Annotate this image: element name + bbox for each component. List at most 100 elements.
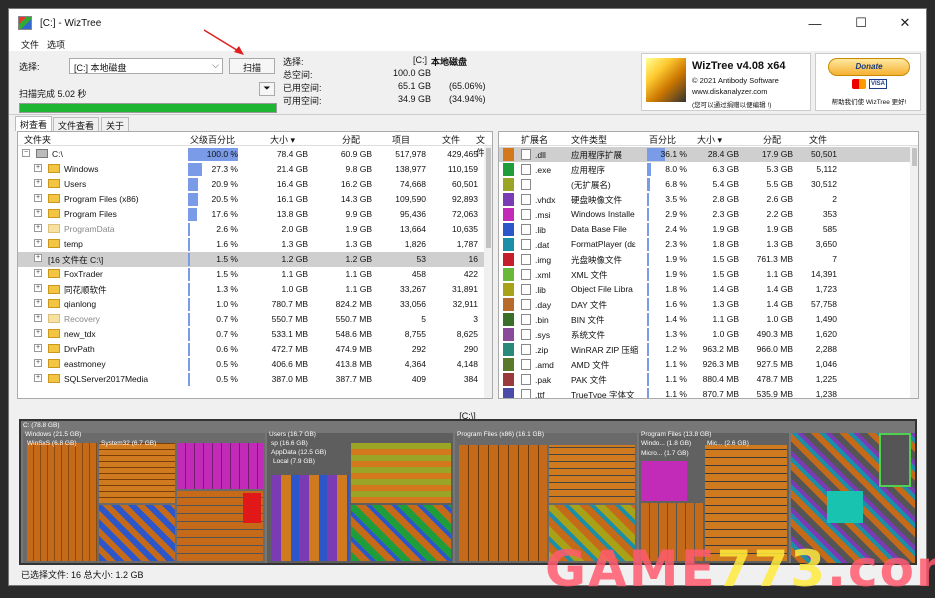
tree-row[interactable]: + SQLServer2017Media 0.5 % 387.0 MB 387.7 MB…	[18, 372, 492, 387]
minimize-button[interactable]: —	[792, 9, 838, 37]
extension-row[interactable]: .lib Data Base File 2.4 % 1.9 GB 1.9 GB 585	[499, 222, 918, 237]
tree-scrollbar-thumb[interactable]	[486, 148, 491, 248]
tree-row[interactable]: + eastmoney 0.5 % 406.6 MB 413.8 MB 4,364 4,14…	[18, 357, 492, 372]
extension-row[interactable]: .bin BIN 文件 1.4 % 1.1 GB 1.0 GB 1,490	[499, 312, 918, 327]
expand-icon[interactable]: +	[34, 269, 42, 277]
tree-row[interactable]: + Windows 27.3 % 21.4 GB 9.8 GB 138,977 110,15…	[18, 162, 492, 177]
extension-scrollbar-thumb[interactable]	[912, 148, 917, 166]
tree-row[interactable]: + Program Files 17.6 % 13.8 GB 9.9 GB 95,436 7…	[18, 207, 492, 222]
extension-row[interactable]: .vhdx 硬盘映像文件 3.5 % 2.8 GB 2.6 GB 2	[499, 192, 918, 207]
tree-row[interactable]: + FoxTrader 1.5 % 1.1 GB 1.1 GB 458 422	[18, 267, 492, 282]
extension-row[interactable]: .dll 应用程序扩展 36.1 % 28.4 GB 17.9 GB 50,501	[499, 147, 918, 162]
tree-row[interactable]: − C:\ 100.0 % 78.4 GB 60.9 GB 517,978 429,465	[18, 147, 492, 162]
expand-icon[interactable]: +	[34, 194, 42, 202]
tree-cell-items: 109,590	[395, 194, 426, 204]
extension-row[interactable]: .lib Object File Libra 1.8 % 1.4 GB 1.4 GB 1,…	[499, 282, 918, 297]
extension-cell-pct: 2.3 %	[665, 239, 687, 249]
brand-panel: WizTree v4.08 x64 © 2021 Antibody Softwa…	[641, 53, 811, 111]
tree-row[interactable]: + DrvPath 0.6 % 472.7 MB 474.9 MB 292 290	[18, 342, 492, 357]
expand-icon[interactable]: +	[34, 344, 42, 352]
tree-cell-files: 10,635	[452, 224, 478, 234]
extension-row[interactable]: (无扩展名) 6.8 % 5.4 GB 5.5 GB 30,512	[499, 177, 918, 192]
expand-icon[interactable]: +	[34, 179, 42, 187]
treemap-users-other[interactable]	[351, 505, 451, 561]
expand-icon[interactable]: +	[34, 314, 42, 322]
expand-icon[interactable]: +	[34, 359, 42, 367]
tree-row[interactable]: + temp 1.6 % 1.3 GB 1.3 GB 1,826 1,787	[18, 237, 492, 252]
expand-icon[interactable]: +	[34, 239, 42, 247]
col-ext-files[interactable]: 文件	[809, 133, 827, 146]
treemap-teal-block[interactable]	[827, 491, 863, 523]
expand-icon[interactable]: +	[34, 209, 42, 217]
tree-row[interactable]: + new_tdx 0.7 % 533.1 MB 548.6 MB 8,755 8,625	[18, 327, 492, 342]
tree-cell-size: 2.0 GB	[281, 224, 308, 234]
expand-icon[interactable]: +	[34, 254, 42, 262]
col-files[interactable]: 文件	[442, 133, 460, 146]
col-extension[interactable]: 扩展名	[521, 133, 548, 146]
tab-file-view[interactable]: 文件查看	[53, 117, 100, 131]
expand-icon[interactable]: +	[34, 284, 42, 292]
tree-cell-items: 95,436	[400, 209, 426, 219]
tab-about[interactable]: 关于	[101, 117, 130, 131]
maximize-button[interactable]: ☐	[838, 9, 884, 37]
extension-row[interactable]: .day DAY 文件 1.6 % 1.3 GB 1.4 GB 57,758	[499, 297, 918, 312]
col-percent[interactable]: 百分比	[649, 133, 676, 146]
extension-row[interactable]: .sys 系统文件 1.3 % 1.0 GB 490.3 MB 1,620	[499, 327, 918, 342]
menu-file[interactable]: 文件	[21, 38, 39, 51]
col-size[interactable]: 大小 ▾	[270, 133, 295, 146]
extension-row[interactable]: .dat FormatPlayer (dε 2.3 % 1.8 GB 1.3 GB 3,6…	[499, 237, 918, 252]
col-items[interactable]: 项目	[392, 133, 410, 146]
tree-cell-alloc: 14.3 GB	[340, 194, 372, 204]
expand-icon[interactable]: +	[34, 329, 42, 337]
expand-icon[interactable]: +	[34, 299, 42, 307]
treemap-red-block[interactable]	[243, 493, 261, 523]
close-button[interactable]: ✕	[882, 9, 928, 37]
extension-row[interactable]: .img 光盘映像文件 1.9 % 1.5 GB 761.3 MB 7	[499, 252, 918, 267]
extension-row[interactable]: .amd AMD 文件 1.1 % 926.3 MB 927.5 MB 1,046	[499, 357, 918, 372]
drive-select[interactable]: [C:] 本地磁盘 ⌵	[69, 58, 223, 74]
scan-button[interactable]: 扫描	[229, 58, 275, 74]
tab-tree-view[interactable]: 树查看	[15, 116, 53, 131]
brand-name: WizTree v4.08 x64	[692, 60, 786, 72]
tree-row[interactable]: + ProgramData 2.6 % 2.0 GB 1.9 GB 13,664 10,63…	[18, 222, 492, 237]
treemap-appdata[interactable]	[351, 443, 451, 503]
extension-row[interactable]: .zip WinRAR ZIP 压缩 1.2 % 963.2 MB 966.0 MB 2,…	[499, 342, 918, 357]
treemap-windows-msi[interactable]	[177, 443, 263, 489]
extension-row[interactable]: .exe 应用程序 8.0 % 6.3 GB 5.3 GB 5,112	[499, 162, 918, 177]
expand-icon[interactable]: +	[34, 224, 42, 232]
col-parent-pct[interactable]: 父级百分比	[190, 133, 235, 146]
tree-row[interactable]: + qianlong 1.0 % 780.7 MB 824.2 MB 33,056 32,9…	[18, 297, 492, 312]
filter-icon[interactable]: ⏷	[259, 82, 275, 96]
treemap-label-pfmic: Mic... (2.6 GB)	[707, 440, 749, 447]
treemap-local[interactable]	[271, 475, 349, 561]
extension-row[interactable]: .ttf TrueType 字体文 1.1 % 870.7 MB 535.9 MB 1,2…	[499, 387, 918, 398]
tree-row[interactable]: + Program Files (x86) 20.5 % 16.1 GB 14.3 GB…	[18, 192, 492, 207]
col-ext-size[interactable]: 大小 ▾	[697, 133, 722, 146]
tree-row[interactable]: + [16 文件在 C:\] 1.5 % 1.2 GB 1.2 GB 53 16	[18, 252, 492, 267]
col-ext-alloc[interactable]: 分配	[763, 133, 781, 146]
expand-icon[interactable]: +	[34, 164, 42, 172]
treemap-selected-block[interactable]	[879, 433, 911, 487]
treemap-pfx86-b[interactable]	[549, 445, 635, 503]
treemap-system32-sub[interactable]	[99, 505, 175, 561]
extension-scrollbar[interactable]	[910, 146, 918, 398]
treemap-system32[interactable]	[99, 443, 175, 503]
tree-row[interactable]: + Recovery 0.7 % 550.7 MB 550.7 MB 5 3	[18, 312, 492, 327]
treemap-pfx86-a[interactable]	[459, 445, 547, 561]
brand-site-link[interactable]: www.diskanalyzer.com	[692, 87, 767, 96]
col-alloc[interactable]: 分配	[342, 133, 360, 146]
menu-options[interactable]: 选项	[47, 38, 65, 51]
expand-icon[interactable]: +	[34, 374, 42, 382]
tree-row[interactable]: + Users 20.9 % 16.4 GB 16.2 GB 74,668 60,501	[18, 177, 492, 192]
extension-row[interactable]: .pak PAK 文件 1.1 % 880.4 MB 478.7 MB 1,225	[499, 372, 918, 387]
tree-row[interactable]: + 同花顺软件 1.3 % 1.0 GB 1.1 GB 33,267 31,891	[18, 282, 492, 297]
tree-scrollbar[interactable]	[484, 146, 492, 398]
col-file-type[interactable]: 文件类型	[571, 133, 607, 146]
donate-button[interactable]: Donate	[828, 58, 910, 76]
extension-row[interactable]: .msi Windows Installe 2.9 % 2.3 GB 2.2 GB 353	[499, 207, 918, 222]
treemap-pf-magenta[interactable]	[641, 461, 687, 501]
treemap-winsxs[interactable]	[27, 443, 97, 561]
col-folder[interactable]: 文件夹	[24, 133, 51, 146]
collapse-icon[interactable]: −	[22, 149, 30, 157]
extension-row[interactable]: .xml XML 文件 1.9 % 1.5 GB 1.1 GB 14,391	[499, 267, 918, 282]
